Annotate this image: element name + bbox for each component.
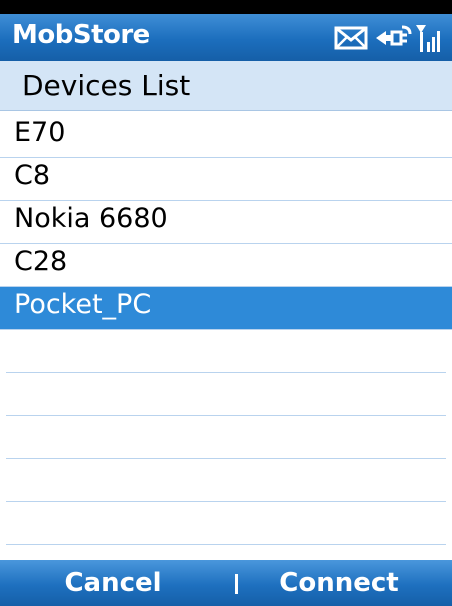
cancel-button[interactable]: Cancel bbox=[0, 560, 226, 606]
empty-row bbox=[6, 330, 446, 373]
list-item-label: Nokia 6680 bbox=[14, 203, 168, 234]
empty-list-area bbox=[6, 330, 446, 545]
list-item-label: E70 bbox=[14, 117, 66, 148]
empty-row bbox=[6, 416, 446, 459]
device-screen: MobStore Devices List E70 C8 Nokia 6680 … bbox=[0, 0, 452, 606]
list-item-selected[interactable]: Pocket_PC bbox=[0, 287, 452, 330]
connect-button[interactable]: Connect bbox=[226, 560, 452, 606]
top-bezel bbox=[0, 0, 452, 14]
list-item[interactable]: Nokia 6680 bbox=[0, 201, 452, 244]
list-item[interactable]: E70 bbox=[0, 115, 452, 158]
status-icons bbox=[334, 22, 444, 54]
title-bar: MobStore bbox=[0, 14, 452, 61]
list-header: Devices List bbox=[0, 61, 452, 111]
list-item-label: C28 bbox=[14, 246, 68, 277]
signal-icon[interactable] bbox=[414, 22, 444, 54]
devices-list: E70 C8 Nokia 6680 C28 Pocket_PC bbox=[0, 115, 452, 330]
app-title: MobStore bbox=[12, 20, 150, 50]
envelope-icon[interactable] bbox=[334, 25, 368, 51]
empty-row bbox=[6, 459, 446, 502]
list-header-label: Devices List bbox=[22, 69, 191, 102]
list-item-label: Pocket_PC bbox=[14, 289, 152, 320]
empty-row bbox=[6, 502, 446, 545]
list-item[interactable]: C28 bbox=[0, 244, 452, 287]
list-item[interactable]: C8 bbox=[0, 158, 452, 201]
softkey-bar: Cancel Connect bbox=[0, 560, 452, 606]
empty-row bbox=[6, 373, 446, 416]
connection-icon[interactable] bbox=[372, 23, 412, 53]
list-item-label: C8 bbox=[14, 160, 51, 191]
